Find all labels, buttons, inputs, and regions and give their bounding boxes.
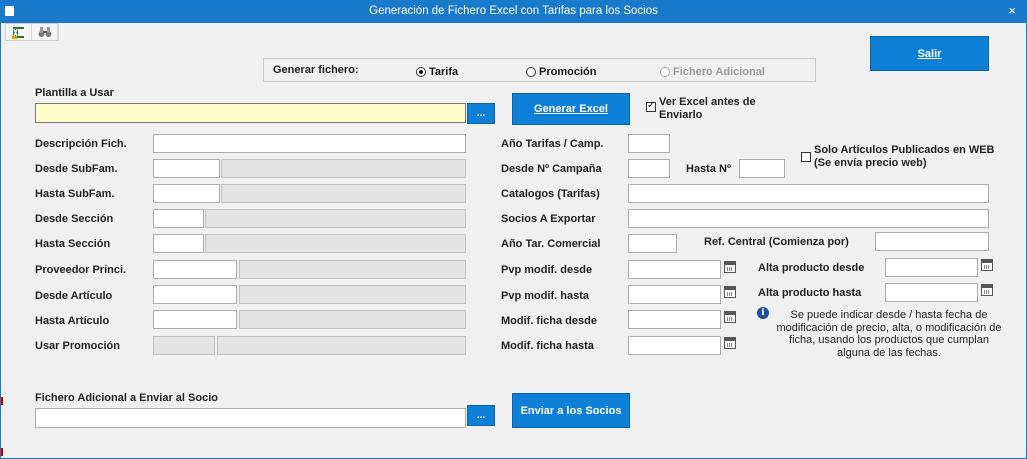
- fichero-adicional-label: Fichero Adicional a Enviar al Socio: [35, 392, 218, 404]
- pvp-desde-input[interactable]: [628, 260, 721, 279]
- alta-hasta-input[interactable]: [885, 283, 978, 302]
- alta-hasta-label: Alta producto hasta: [758, 287, 862, 299]
- close-button[interactable]: ×: [1008, 3, 1016, 18]
- catalogos-label: Catalogos (Tarifas): [501, 188, 600, 200]
- proveedor-princi-desc: [239, 260, 466, 279]
- desde-articulo-input[interactable]: [153, 285, 237, 304]
- solo-web-label-1: Solo Artículos Publicados en WEB: [814, 144, 995, 156]
- catalogos-input[interactable]: [628, 184, 989, 203]
- ver-excel-checkbox[interactable]: [646, 100, 656, 112]
- usar-promocion-label: Usar Promoción: [35, 340, 120, 352]
- ano-tarifas-label: Año Tarifas / Camp.: [501, 138, 604, 150]
- ver-excel-label-1: Ver Excel antes de: [659, 96, 756, 108]
- desde-subfam-desc: [221, 159, 466, 178]
- alta-desde-calendar-icon[interactable]: [981, 259, 993, 271]
- desde-articulo-label: Desde Artículo: [35, 290, 113, 302]
- hasta-subfam-label: Hasta SubFam.: [35, 188, 115, 200]
- alta-hasta-calendar-icon[interactable]: [981, 284, 993, 296]
- salir-button[interactable]: Salir: [870, 36, 989, 71]
- desde-campana-input[interactable]: [628, 159, 670, 178]
- solo-web-label-2: (Se envía precio web): [814, 157, 927, 169]
- hasta-subfam-desc: [221, 184, 466, 203]
- desde-subfam-input[interactable]: [153, 159, 220, 178]
- main-window: Generación de Fichero Excel con Tarifas …: [0, 0, 1027, 459]
- radio-tarifa[interactable]: Tarifa: [416, 66, 458, 78]
- radio-promocion-dot: [526, 67, 536, 77]
- alta-desde-input[interactable]: [885, 258, 978, 277]
- fichero-adicional-browse-button[interactable]: ...: [467, 405, 495, 426]
- socios-exportar-label: Socios A Exportar: [501, 213, 596, 225]
- descripcion-fich-input[interactable]: [153, 134, 466, 153]
- excel-export-icon[interactable]: [6, 24, 32, 40]
- desde-seccion-input[interactable]: [153, 209, 204, 228]
- title-bar: Generación de Fichero Excel con Tarifas …: [1, 1, 1026, 23]
- ficha-desde-input[interactable]: [628, 310, 721, 329]
- alta-desde-label: Alta producto desde: [758, 262, 865, 274]
- fichero-adicional-input[interactable]: [35, 408, 466, 428]
- radio-promocion-label: Promoción: [539, 66, 597, 78]
- enviar-socios-button[interactable]: Enviar a los Socios: [512, 393, 630, 428]
- ref-central-input[interactable]: [875, 232, 989, 251]
- hasta-seccion-input[interactable]: [153, 234, 204, 253]
- generar-excel-label: Generar Excel: [534, 103, 608, 115]
- plantilla-label: Plantilla a Usar: [35, 87, 114, 99]
- generar-excel-button[interactable]: Generar Excel: [512, 93, 630, 125]
- radio-tarifa-label: Tarifa: [429, 66, 459, 78]
- ano-tar-comercial-input[interactable]: [628, 234, 677, 253]
- proveedor-princi-input[interactable]: [153, 260, 237, 279]
- plantilla-input[interactable]: [35, 103, 466, 123]
- generar-fichero-label: Generar fichero:: [273, 64, 359, 76]
- desde-seccion-desc: [205, 209, 466, 228]
- pvp-desde-label: Pvp modif. desde: [501, 264, 593, 276]
- left-edge-mark: [1, 397, 3, 405]
- ano-tarifas-input[interactable]: [628, 134, 670, 153]
- toolbar: [5, 23, 59, 41]
- window-title: Generación de Fichero Excel con Tarifas …: [369, 5, 658, 17]
- salir-label: Salir: [917, 47, 942, 60]
- desde-subfam-label: Desde SubFam.: [35, 163, 118, 175]
- plantilla-browse-button[interactable]: ...: [467, 103, 495, 124]
- pvp-desde-calendar-icon[interactable]: [724, 261, 736, 273]
- radio-fichero-adicional-dot: [660, 67, 670, 77]
- descripcion-fich-label: Descripción Fich.: [35, 138, 127, 150]
- hasta-seccion-desc: [205, 234, 466, 253]
- binoculars-icon[interactable]: [32, 24, 58, 40]
- ref-central-label: Ref. Central (Comienza por): [704, 236, 849, 248]
- radio-fichero-adicional: Fichero Adicional: [660, 66, 765, 78]
- ano-tar-comercial-label: Año Tar. Comercial: [501, 238, 601, 250]
- generar-fichero-group: Generar fichero: Tarifa Promoción Ficher…: [263, 58, 816, 82]
- ficha-desde-calendar-icon[interactable]: [724, 311, 736, 323]
- hasta-n-input[interactable]: [739, 159, 785, 178]
- hasta-articulo-label: Hasta Artículo: [35, 315, 110, 327]
- hasta-articulo-desc: [239, 310, 466, 329]
- pvp-hasta-input[interactable]: [628, 285, 721, 304]
- hasta-subfam-input[interactable]: [153, 184, 220, 203]
- ficha-hasta-input[interactable]: [628, 336, 721, 355]
- hasta-seccion-label: Hasta Sección: [35, 238, 111, 250]
- pvp-hasta-label: Pvp modif. hasta: [501, 290, 590, 302]
- solo-web-checkbox[interactable]: [801, 152, 811, 162]
- radio-fichero-adicional-label: Fichero Adicional: [673, 66, 765, 78]
- ficha-desde-label: Modif. ficha desde: [501, 315, 597, 327]
- left-edge-mark-2: [1, 448, 3, 456]
- enviar-socios-label: Enviar a los Socios: [520, 404, 622, 417]
- info-note: Se puede indicar desde / hasta fecha de …: [776, 309, 1002, 359]
- ver-excel-label-2: Enviarlo: [659, 109, 703, 121]
- hasta-articulo-input[interactable]: [153, 310, 237, 329]
- desde-seccion-label: Desde Sección: [35, 213, 114, 225]
- desde-campana-label: Desde Nº Campaña: [501, 163, 602, 175]
- desde-articulo-desc: [239, 285, 466, 304]
- ficha-hasta-label: Modif. ficha hasta: [501, 340, 594, 352]
- ficha-hasta-calendar-icon[interactable]: [724, 337, 736, 349]
- hasta-n-label: Hasta Nº: [686, 163, 731, 175]
- pvp-hasta-calendar-icon[interactable]: [724, 286, 736, 298]
- radio-promocion[interactable]: Promoción: [526, 66, 596, 78]
- proveedor-princi-label: Proveedor Princi.: [35, 264, 127, 276]
- radio-tarifa-dot: [416, 67, 426, 77]
- socios-exportar-input[interactable]: [628, 209, 989, 228]
- info-icon: i: [757, 307, 769, 319]
- usar-promocion-desc: [217, 336, 466, 355]
- usar-promocion-input: [153, 336, 215, 355]
